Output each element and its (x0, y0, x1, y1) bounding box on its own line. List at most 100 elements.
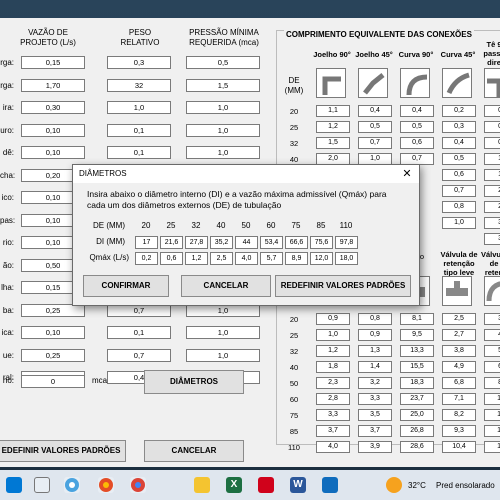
equiv-length-input[interactable]: 4, (484, 329, 500, 341)
equiv-length-input[interactable]: 2, (484, 201, 500, 213)
equiv-length-input[interactable]: 3,7 (358, 425, 392, 437)
qmax-input[interactable]: 0,6 (160, 252, 183, 265)
pressao-input[interactable]: 0,5 (186, 56, 260, 69)
equiv-length-input[interactable]: 12 (484, 409, 500, 421)
pressao-input[interactable]: 1,5 (186, 78, 260, 92)
vazao-input[interactable]: 1,70 (21, 78, 85, 92)
equiv-length-input[interactable]: 0,5 (400, 121, 434, 133)
equiv-length-input[interactable]: 2,7 (442, 329, 476, 341)
pdf-icon[interactable] (258, 477, 274, 493)
vazao-input[interactable]: 0,30 (21, 101, 85, 114)
di-input[interactable]: 75,6 (310, 236, 333, 249)
qmax-input[interactable]: 12,0 (310, 252, 333, 265)
equiv-length-input[interactable]: 8,2 (442, 409, 476, 421)
equiv-length-input[interactable]: 10 (484, 393, 500, 405)
equiv-length-input[interactable]: 1,4 (358, 361, 392, 373)
firefox-icon[interactable] (98, 477, 114, 493)
equiv-length-input[interactable]: 0,5 (358, 121, 392, 133)
equiv-length-input[interactable]: 0,7 (442, 185, 476, 197)
equiv-length-input[interactable]: 0,6 (400, 137, 434, 149)
equiv-length-input[interactable]: 2, (484, 185, 500, 197)
chrome-icon[interactable] (64, 477, 80, 493)
equiv-length-input[interactable]: 28,6 (400, 441, 434, 453)
equiv-length-input[interactable]: 1,5 (316, 137, 350, 149)
di-input[interactable]: 27,8 (185, 236, 208, 249)
equiv-length-input[interactable]: 2,3 (316, 377, 350, 389)
vazao-input[interactable]: 0,15 (21, 56, 85, 69)
equiv-length-input[interactable]: 0, (484, 137, 500, 149)
di-input[interactable]: 53,4 (260, 236, 283, 249)
equiv-length-input[interactable]: 9,5 (400, 329, 434, 341)
equiv-length-input[interactable]: 0,5 (442, 153, 476, 165)
equiv-length-input[interactable]: 14 (484, 425, 500, 437)
equiv-length-input[interactable]: 0,8 (442, 201, 476, 213)
excel-icon[interactable]: X (226, 477, 242, 493)
equiv-length-input[interactable]: 3,3 (316, 409, 350, 421)
equiv-length-input[interactable]: 0,8 (358, 313, 392, 325)
redefinir-button[interactable]: EDEFINIR VALORES PADRÕES (0, 440, 126, 462)
cancelar-button[interactable]: CANCELAR (144, 440, 244, 462)
equiv-length-input[interactable]: 1,3 (358, 345, 392, 357)
equiv-length-input[interactable]: 0,9 (358, 329, 392, 341)
vazao-input[interactable]: 0,10 (21, 123, 85, 137)
di-input[interactable]: 21,6 (160, 236, 183, 249)
qmax-input[interactable]: 18,0 (335, 252, 358, 265)
peso-input[interactable]: 0,1 (107, 326, 171, 339)
close-icon[interactable]: ✕ (399, 166, 415, 182)
equiv-length-input[interactable]: 3,5 (358, 409, 392, 421)
equiv-length-input[interactable]: 0, (484, 121, 500, 133)
equiv-length-input[interactable]: 3,2 (358, 377, 392, 389)
equiv-length-input[interactable]: 0,4 (400, 105, 434, 117)
pressure-input[interactable]: 0 (21, 375, 85, 388)
equiv-length-input[interactable]: 2,8 (316, 393, 350, 405)
pressao-input[interactable]: 1,0 (186, 101, 260, 114)
equiv-length-input[interactable]: 1,0 (316, 329, 350, 341)
vazao-input[interactable]: 0,10 (21, 326, 85, 339)
equiv-length-input[interactable]: 6,8 (442, 377, 476, 389)
equiv-length-input[interactable]: 9,3 (442, 425, 476, 437)
peso-input[interactable]: 0,1 (107, 146, 171, 159)
qmax-input[interactable]: 0,2 (135, 252, 158, 265)
equiv-length-input[interactable]: 1,0 (442, 217, 476, 229)
equiv-length-input[interactable]: 3,3 (358, 393, 392, 405)
equiv-length-input[interactable]: 0,3 (442, 121, 476, 133)
equiv-length-input[interactable]: 16 (484, 441, 500, 453)
equiv-length-input[interactable]: 8,1 (400, 313, 434, 325)
equiv-length-input[interactable]: 3, (484, 313, 500, 325)
word-icon[interactable]: W (290, 477, 306, 493)
equiv-length-input[interactable]: 1,2 (316, 345, 350, 357)
peso-input[interactable]: 0,3 (107, 56, 171, 69)
di-input[interactable]: 44 (235, 236, 258, 249)
equiv-length-input[interactable]: 0,4 (442, 137, 476, 149)
qmax-input[interactable]: 2,5 (210, 252, 233, 265)
equiv-length-input[interactable]: 3,7 (316, 425, 350, 437)
equiv-length-input[interactable]: 5, (484, 345, 500, 357)
peso-input[interactable]: 1,0 (107, 101, 171, 114)
equiv-length-input[interactable]: 1,2 (316, 121, 350, 133)
equiv-length-input[interactable]: 0,7 (358, 137, 392, 149)
peso-input[interactable]: 0,1 (107, 123, 171, 137)
di-input[interactable]: 97,8 (335, 236, 358, 249)
equiv-length-input[interactable]: 26,8 (400, 425, 434, 437)
equiv-length-input[interactable]: 0,4 (358, 105, 392, 117)
equiv-length-input[interactable]: 3,8 (442, 345, 476, 357)
equiv-length-input[interactable]: 13,3 (400, 345, 434, 357)
di-input[interactable]: 35,2 (210, 236, 233, 249)
peso-input[interactable]: 32 (107, 78, 171, 92)
pressao-input[interactable]: 1,0 (186, 348, 260, 362)
qmax-input[interactable]: 5,7 (260, 252, 283, 265)
equiv-length-input[interactable]: 23,7 (400, 393, 434, 405)
equiv-length-input[interactable]: 1, (484, 153, 500, 165)
equiv-length-input[interactable]: 15,5 (400, 361, 434, 373)
equiv-length-input[interactable]: 6, (484, 361, 500, 373)
pressao-input[interactable]: 1,0 (186, 326, 260, 339)
equiv-length-input[interactable]: 1, (484, 169, 500, 181)
redefinir-valores-button[interactable]: REDEFINIR VALORES PADRÕES (275, 275, 411, 297)
di-input[interactable]: 17 (135, 236, 158, 249)
file-explorer-icon[interactable] (130, 477, 146, 493)
equiv-length-input[interactable]: 3, (484, 217, 500, 229)
vazao-input[interactable]: 0,25 (21, 348, 85, 362)
diametros-button[interactable]: DIÂMETROS (144, 370, 244, 394)
task-view-icon[interactable] (34, 477, 50, 493)
qmax-input[interactable]: 1,2 (185, 252, 208, 265)
